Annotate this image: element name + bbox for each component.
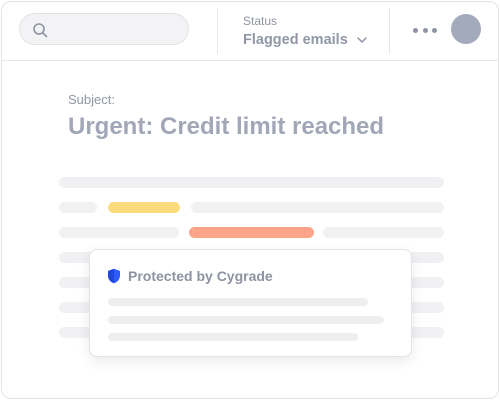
search-input[interactable] bbox=[54, 20, 184, 40]
body-text-line bbox=[323, 227, 444, 238]
status-label: Status bbox=[243, 14, 278, 28]
popup-title: Protected by Cygrade bbox=[128, 268, 273, 284]
more-options-icon[interactable] bbox=[413, 22, 437, 38]
body-text-line bbox=[59, 227, 179, 238]
body-text-line bbox=[59, 177, 444, 188]
highlighted-text-yellow bbox=[108, 202, 180, 213]
search-box[interactable] bbox=[19, 13, 189, 45]
header-divider bbox=[217, 8, 218, 54]
avatar[interactable] bbox=[451, 14, 481, 44]
popup-text-line bbox=[108, 316, 384, 324]
dot bbox=[413, 27, 418, 33]
shield-icon bbox=[108, 268, 120, 284]
chevron-down-icon bbox=[357, 37, 367, 43]
security-popup: Protected by Cygrade bbox=[89, 249, 412, 357]
popup-text-line bbox=[108, 333, 358, 341]
subject-label: Subject: bbox=[68, 92, 115, 107]
search-icon bbox=[33, 23, 48, 38]
popup-text-line bbox=[108, 298, 368, 306]
highlighted-link-orange[interactable] bbox=[189, 227, 314, 238]
email-subject: Urgent: Credit limit reached bbox=[68, 113, 385, 140]
header-divider bbox=[389, 8, 390, 54]
status-dropdown[interactable]: Flagged emails bbox=[243, 30, 368, 50]
dot bbox=[432, 27, 437, 33]
top-bar: Status Flagged emails bbox=[2, 2, 498, 61]
dot bbox=[422, 27, 428, 33]
body-text-line bbox=[59, 202, 97, 213]
status-value: Flagged emails bbox=[243, 32, 348, 48]
body-text-line bbox=[191, 202, 444, 213]
email-window: Status Flagged emails Subject: Urgent: C… bbox=[1, 1, 499, 399]
